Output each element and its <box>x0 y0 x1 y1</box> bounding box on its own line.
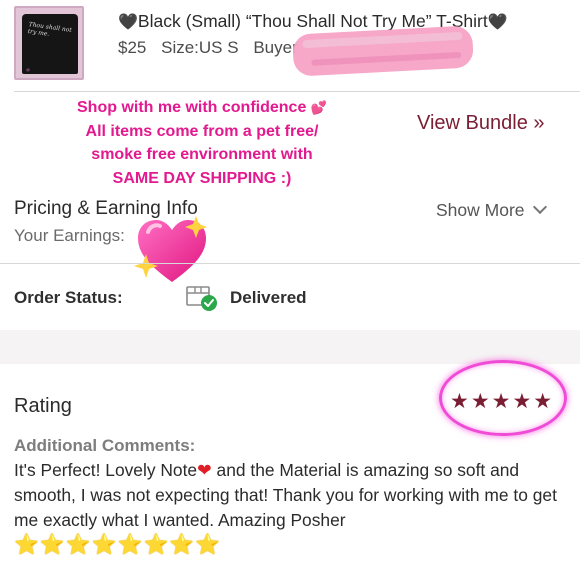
sparkling-heart-icon <box>134 216 207 282</box>
promo-text: Shop with me with confidence 💕 All items… <box>28 96 376 190</box>
promo-line-2: All items come from a pet free/ <box>85 122 319 140</box>
divider <box>0 263 580 264</box>
thumbnail-watermark: @ <box>26 67 31 72</box>
delivered-box-icon <box>186 286 217 311</box>
product-meta: $25 Size:US S Buyer <box>118 38 298 58</box>
chevron-down-icon <box>532 199 547 215</box>
redaction-scribble <box>292 25 474 77</box>
black-heart-icon: 🖤 <box>118 14 138 31</box>
product-price: $25 <box>118 38 147 57</box>
product-size: Size:US S <box>161 38 239 57</box>
sparkling-heart-icon: 💕 <box>310 100 327 115</box>
show-more-label: Show More <box>436 200 525 220</box>
order-status-label: Order Status: <box>14 288 123 307</box>
product-thumbnail[interactable]: Thou shall not try me. @ <box>14 6 84 80</box>
section-spacer <box>0 330 580 364</box>
order-status-value: Delivered <box>230 288 307 307</box>
buyer-label: Buyer <box>253 38 298 57</box>
view-bundle-link[interactable]: View Bundle » <box>417 112 545 135</box>
additional-comments-label: Additional Comments: <box>14 436 196 455</box>
earnings-label: Your Earnings: <box>14 226 125 245</box>
show-more-button[interactable]: Show More <box>436 199 547 221</box>
divider <box>14 91 580 92</box>
additional-comments-text: It's Perfect! Lovely Note❤ and the Mater… <box>14 460 557 556</box>
star-emoji-row: ⭐⭐⭐⭐⭐⭐⭐⭐ <box>14 534 222 556</box>
promo-line-4: SAME DAY SHIPPING :) <box>112 169 292 187</box>
black-heart-icon: 🖤 <box>487 14 508 31</box>
rating-label: Rating <box>14 395 72 417</box>
red-heart-icon: ❤ <box>197 460 212 480</box>
promo-line-3: smoke free environment with <box>91 146 313 163</box>
promo-line-1: Shop with me with confidence 💕 <box>77 99 327 116</box>
rating-stars: ★★★★★ <box>450 390 555 413</box>
